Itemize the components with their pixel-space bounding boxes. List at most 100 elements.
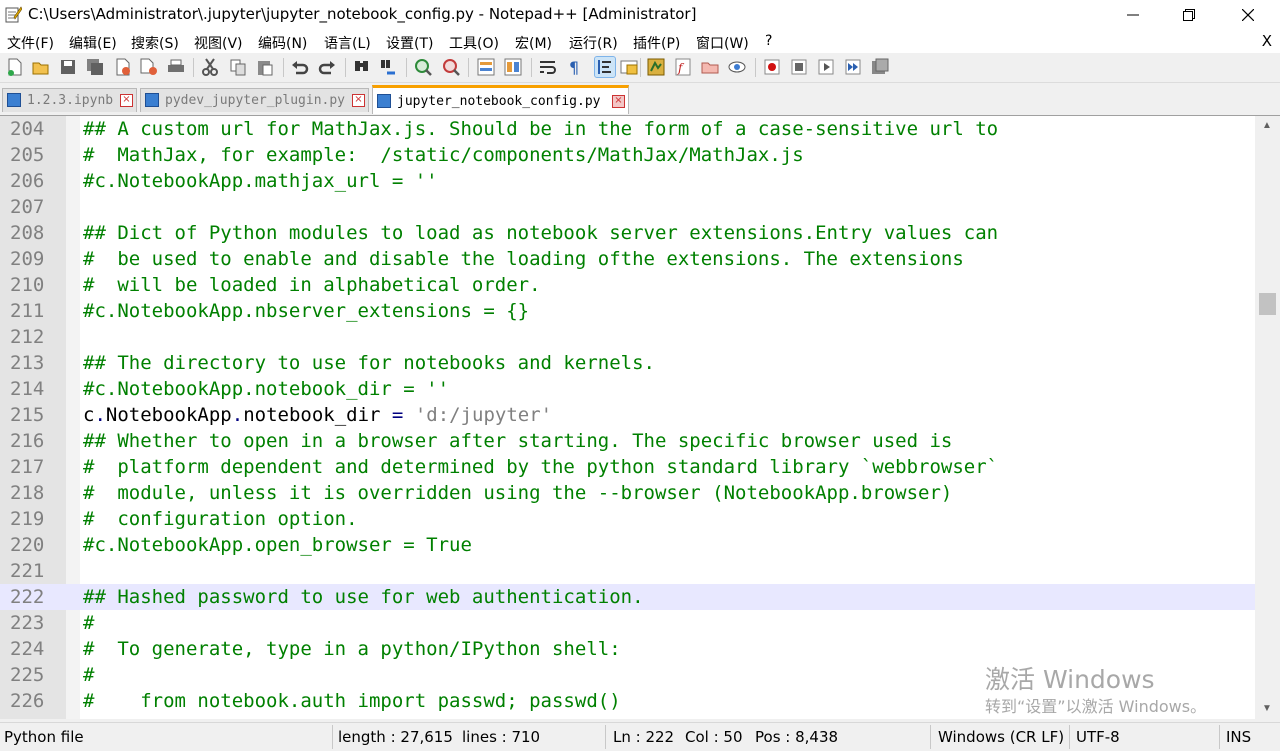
code-line[interactable]: 212	[0, 324, 1255, 350]
code-editor[interactable]: 204 ## A custom url for MathJax.js. Shoul…	[0, 115, 1255, 719]
maximize-button[interactable]	[1161, 0, 1217, 30]
comment-text: # will be loaded in alphabetical order.	[83, 274, 541, 296]
code-line[interactable]: 215 c.NotebookApp.notebook_dir = 'd:/jupy…	[0, 402, 1255, 428]
word-wrap-icon[interactable]	[538, 57, 558, 77]
code-line[interactable]: 219 # configuration option.	[0, 506, 1255, 532]
minimize-icon	[1127, 14, 1139, 16]
save-macro-icon[interactable]	[870, 57, 890, 77]
code-token: .	[231, 404, 244, 426]
sync-horizontal-icon[interactable]	[503, 57, 523, 77]
play-macro-icon[interactable]	[816, 57, 836, 77]
code-line[interactable]: 223 #	[0, 610, 1255, 636]
status-encoding[interactable]: UTF-8	[1076, 728, 1120, 746]
undo-icon[interactable]	[290, 57, 310, 77]
comment-text: ## Hashed password to use for web authen…	[83, 586, 644, 608]
zoom-in-icon[interactable]	[413, 57, 433, 77]
stop-record-icon[interactable]	[789, 57, 809, 77]
run-macro-multiple-icon[interactable]	[843, 57, 863, 77]
save-icon[interactable]	[58, 57, 78, 77]
code-line[interactable]: 209 # be used to enable and disable the l…	[0, 246, 1255, 272]
code-token: c	[83, 404, 95, 426]
status-ln: Ln : 222	[613, 728, 675, 746]
line-number: 207	[10, 196, 45, 218]
tab-close-icon[interactable]: ×	[612, 95, 625, 108]
menu-run[interactable]: 运行(R)	[569, 33, 618, 53]
scroll-down-icon[interactable]: ▼	[1262, 703, 1272, 714]
close-all-icon[interactable]	[139, 57, 159, 77]
menu-file[interactable]: 文件(F)	[7, 33, 54, 53]
new-file-icon[interactable]	[5, 57, 25, 77]
sync-vertical-icon[interactable]	[476, 57, 496, 77]
replace-icon[interactable]	[379, 57, 399, 77]
menu-plugins[interactable]: 插件(P)	[633, 33, 680, 53]
comment-text: #	[83, 664, 95, 686]
code-line[interactable]: 222 ## Hashed password to use for web aut…	[0, 584, 1255, 610]
status-insert-mode[interactable]: INS	[1226, 728, 1251, 746]
code-line[interactable]: 217 # platform dependent and determined b…	[0, 454, 1255, 480]
menu-macro[interactable]: 宏(M)	[515, 33, 552, 53]
notepadpp-app-icon	[5, 6, 22, 23]
zoom-out-icon[interactable]	[441, 57, 461, 77]
code-line[interactable]: 207	[0, 194, 1255, 220]
tab-jupyter-notebook-config[interactable]: jupyter_notebook_config.py ×	[372, 85, 629, 114]
paste-icon[interactable]	[255, 57, 275, 77]
code-line[interactable]: 214 #c.NotebookApp.notebook_dir = ''	[0, 376, 1255, 402]
menu-edit[interactable]: 编辑(E)	[69, 33, 117, 53]
code-line[interactable]: 224 # To generate, type in a python/IPyth…	[0, 636, 1255, 662]
close-window-button[interactable]	[1220, 0, 1276, 30]
menu-view[interactable]: 视图(V)	[194, 33, 243, 53]
code-line[interactable]: 218 # module, unless it is overridden usi…	[0, 480, 1255, 506]
code-line[interactable]: 204 ## A custom url for MathJax.js. Shoul…	[0, 116, 1255, 142]
code-line[interactable]: 210 # will be loaded in alphabetical orde…	[0, 272, 1255, 298]
code-line[interactable]: 220 #c.NotebookApp.open_browser = True	[0, 532, 1255, 558]
code-line[interactable]: 213 ## The directory to use for notebooks…	[0, 350, 1255, 376]
menu-settings[interactable]: 设置(T)	[386, 33, 433, 53]
scrollbar-thumb[interactable]	[1259, 293, 1276, 315]
folder-workspace-icon[interactable]	[700, 57, 720, 77]
tab-label: pydev_jupyter_plugin.py	[165, 93, 346, 108]
saved-file-icon	[377, 94, 391, 108]
scroll-up-icon[interactable]: ▲	[1262, 120, 1272, 131]
code-line[interactable]: 205 # MathJax, for example: /static/compo…	[0, 142, 1255, 168]
indent-guide-icon[interactable]	[594, 56, 616, 78]
cut-icon[interactable]	[200, 57, 220, 77]
save-all-icon[interactable]	[85, 57, 105, 77]
user-lang-icon[interactable]	[619, 57, 639, 77]
close-file-icon[interactable]	[113, 57, 133, 77]
print-icon[interactable]	[166, 57, 186, 77]
comment-text: #	[83, 612, 95, 634]
menu-bar: 文件(F) 编辑(E) 搜索(S) 视图(V) 编码(N) 语言(L) 设置(T…	[0, 31, 1280, 53]
vertical-scrollbar[interactable]: ▲ ▼	[1255, 115, 1280, 718]
line-number: 209	[10, 248, 45, 270]
line-number: 212	[10, 326, 45, 348]
code-line[interactable]: 206 #c.NotebookApp.mathjax_url = ''	[0, 168, 1255, 194]
code-line[interactable]: 221	[0, 558, 1255, 584]
menu-language[interactable]: 语言(L)	[324, 33, 371, 53]
status-eol[interactable]: Windows (CR LF)	[938, 728, 1064, 746]
tab-close-icon[interactable]: ×	[120, 94, 133, 107]
monitoring-icon[interactable]	[727, 57, 747, 77]
function-list-icon[interactable]: f	[673, 57, 693, 77]
tab-close-icon[interactable]: ×	[352, 94, 365, 107]
record-macro-icon[interactable]	[762, 57, 782, 77]
code-line[interactable]: 216 ## Whether to open in a browser after…	[0, 428, 1255, 454]
menu-encoding[interactable]: 编码(N)	[258, 33, 307, 53]
menu-tools[interactable]: 工具(O)	[449, 33, 499, 53]
code-line[interactable]: 211 #c.NotebookApp.nbserver_extensions = …	[0, 298, 1255, 324]
open-file-icon[interactable]	[31, 57, 51, 77]
menu-window[interactable]: 窗口(W)	[696, 33, 749, 53]
tab-1-2-3-ipynb[interactable]: 1.2.3.ipynb ×	[2, 88, 137, 112]
tab-pydev-jupyter-plugin[interactable]: pydev_jupyter_plugin.py ×	[140, 88, 369, 112]
redo-icon[interactable]	[317, 57, 337, 77]
close-document-button[interactable]: X	[1262, 32, 1272, 50]
menu-help[interactable]: ?	[765, 33, 772, 49]
saved-file-icon	[145, 93, 159, 107]
find-icon[interactable]	[352, 57, 372, 77]
copy-icon[interactable]	[228, 57, 248, 77]
code-line[interactable]: 208 ## Dict of Python modules to load as …	[0, 220, 1255, 246]
doc-map-icon[interactable]	[646, 57, 666, 77]
minimize-button[interactable]	[1105, 0, 1161, 30]
menu-search[interactable]: 搜索(S)	[131, 33, 179, 53]
show-all-chars-icon[interactable]: ¶	[565, 57, 585, 77]
comment-text: #c.NotebookApp.open_browser = True	[83, 534, 472, 556]
